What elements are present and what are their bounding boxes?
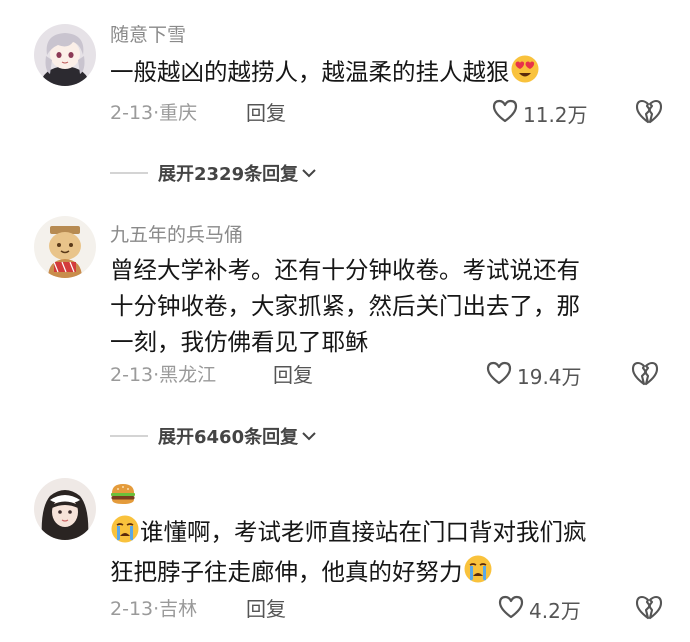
like-button[interactable]: 19.4万 <box>485 360 582 390</box>
comment-location: 重庆 <box>159 102 198 124</box>
comment-date: 2-13 <box>110 102 154 124</box>
like-count: 19.4万 <box>517 364 582 389</box>
expand-replies-button[interactable]: 展开6460条回复 <box>110 423 317 449</box>
broken-heart-icon <box>634 99 664 130</box>
like-button[interactable]: 4.2万 <box>497 594 581 624</box>
divider-line <box>110 435 148 437</box>
dislike-button[interactable] <box>634 594 664 624</box>
comment-text: 曾经大学补考。还有十分钟收卷。考试说还有 十分钟收卷，大家抓紧，然后关门出去了，… <box>110 252 670 360</box>
heart-outline-icon <box>497 594 525 624</box>
expand-replies-button[interactable]: 展开2329条回复 <box>110 160 317 186</box>
heart-outline-icon <box>491 98 519 128</box>
heart-eyes-emoji-icon <box>510 54 540 94</box>
like-count: 11.2万 <box>523 102 588 127</box>
reply-button[interactable]: 回复 <box>246 597 286 621</box>
crying-face-emoji-icon <box>463 554 493 594</box>
broken-heart-icon <box>634 595 664 626</box>
like-count: 4.2万 <box>529 598 581 623</box>
comment-username[interactable]: 随意下雪 <box>110 23 186 47</box>
comment-username[interactable] <box>110 482 136 512</box>
heart-outline-icon <box>485 360 513 390</box>
expand-replies-label: 展开6460条回复 <box>158 427 299 448</box>
dislike-button[interactable] <box>630 360 660 390</box>
avatar[interactable] <box>34 216 96 278</box>
reply-button[interactable]: 回复 <box>273 363 313 387</box>
expand-replies-label: 展开2329条回复 <box>158 164 299 185</box>
chevron-down-icon <box>298 427 317 446</box>
chevron-down-icon <box>298 164 317 183</box>
dislike-button[interactable] <box>634 98 664 128</box>
avatar[interactable] <box>34 478 96 540</box>
like-button[interactable]: 11.2万 <box>491 98 588 128</box>
crying-face-emoji-icon <box>110 514 140 554</box>
comment-location: 黑龙江 <box>159 364 217 386</box>
comment-text: 谁懂啊，考试老师直接站在门口背对我们疯 狂把脖子往走廊伸，他真的好努力 <box>110 514 670 594</box>
avatar[interactable] <box>34 24 96 86</box>
comment-text: 一般越凶的越捞人，越温柔的挂人越狠 <box>110 54 670 94</box>
reply-button[interactable]: 回复 <box>246 101 286 125</box>
divider-line <box>110 172 148 174</box>
comment-text-line: 狂把脖子往走廊伸，他真的好努力 <box>110 554 670 594</box>
comment-text-body: 一般越凶的越捞人，越温柔的挂人越狠 <box>110 58 510 86</box>
broken-heart-icon <box>630 361 660 392</box>
comment-date: 2-13 <box>110 598 154 620</box>
comment-text-line: 谁懂啊，考试老师直接站在门口背对我们疯 <box>110 514 670 554</box>
comment-text-body: 狂把脖子往走廊伸，他真的好努力 <box>110 558 463 586</box>
comment-text-body: 谁懂啊，考试老师直接站在门口背对我们疯 <box>140 518 587 546</box>
hamburger-emoji-icon <box>110 484 136 511</box>
comment-username[interactable]: 九五年的兵马俑 <box>110 223 243 247</box>
comment-text-line: 十分钟收卷，大家抓紧，然后关门出去了，那 <box>110 292 580 320</box>
comment-location: 吉林 <box>159 598 198 620</box>
comment-meta: 2-13·黑龙江 <box>110 363 216 387</box>
comment-text-line: 曾经大学补考。还有十分钟收卷。考试说还有 <box>110 256 580 284</box>
comment-date: 2-13 <box>110 364 154 386</box>
comment-meta: 2-13·重庆 <box>110 101 197 125</box>
comment-meta: 2-13·吉林 <box>110 597 197 621</box>
comment-text-line: 一刻，我仿佛看见了耶稣 <box>110 328 369 356</box>
